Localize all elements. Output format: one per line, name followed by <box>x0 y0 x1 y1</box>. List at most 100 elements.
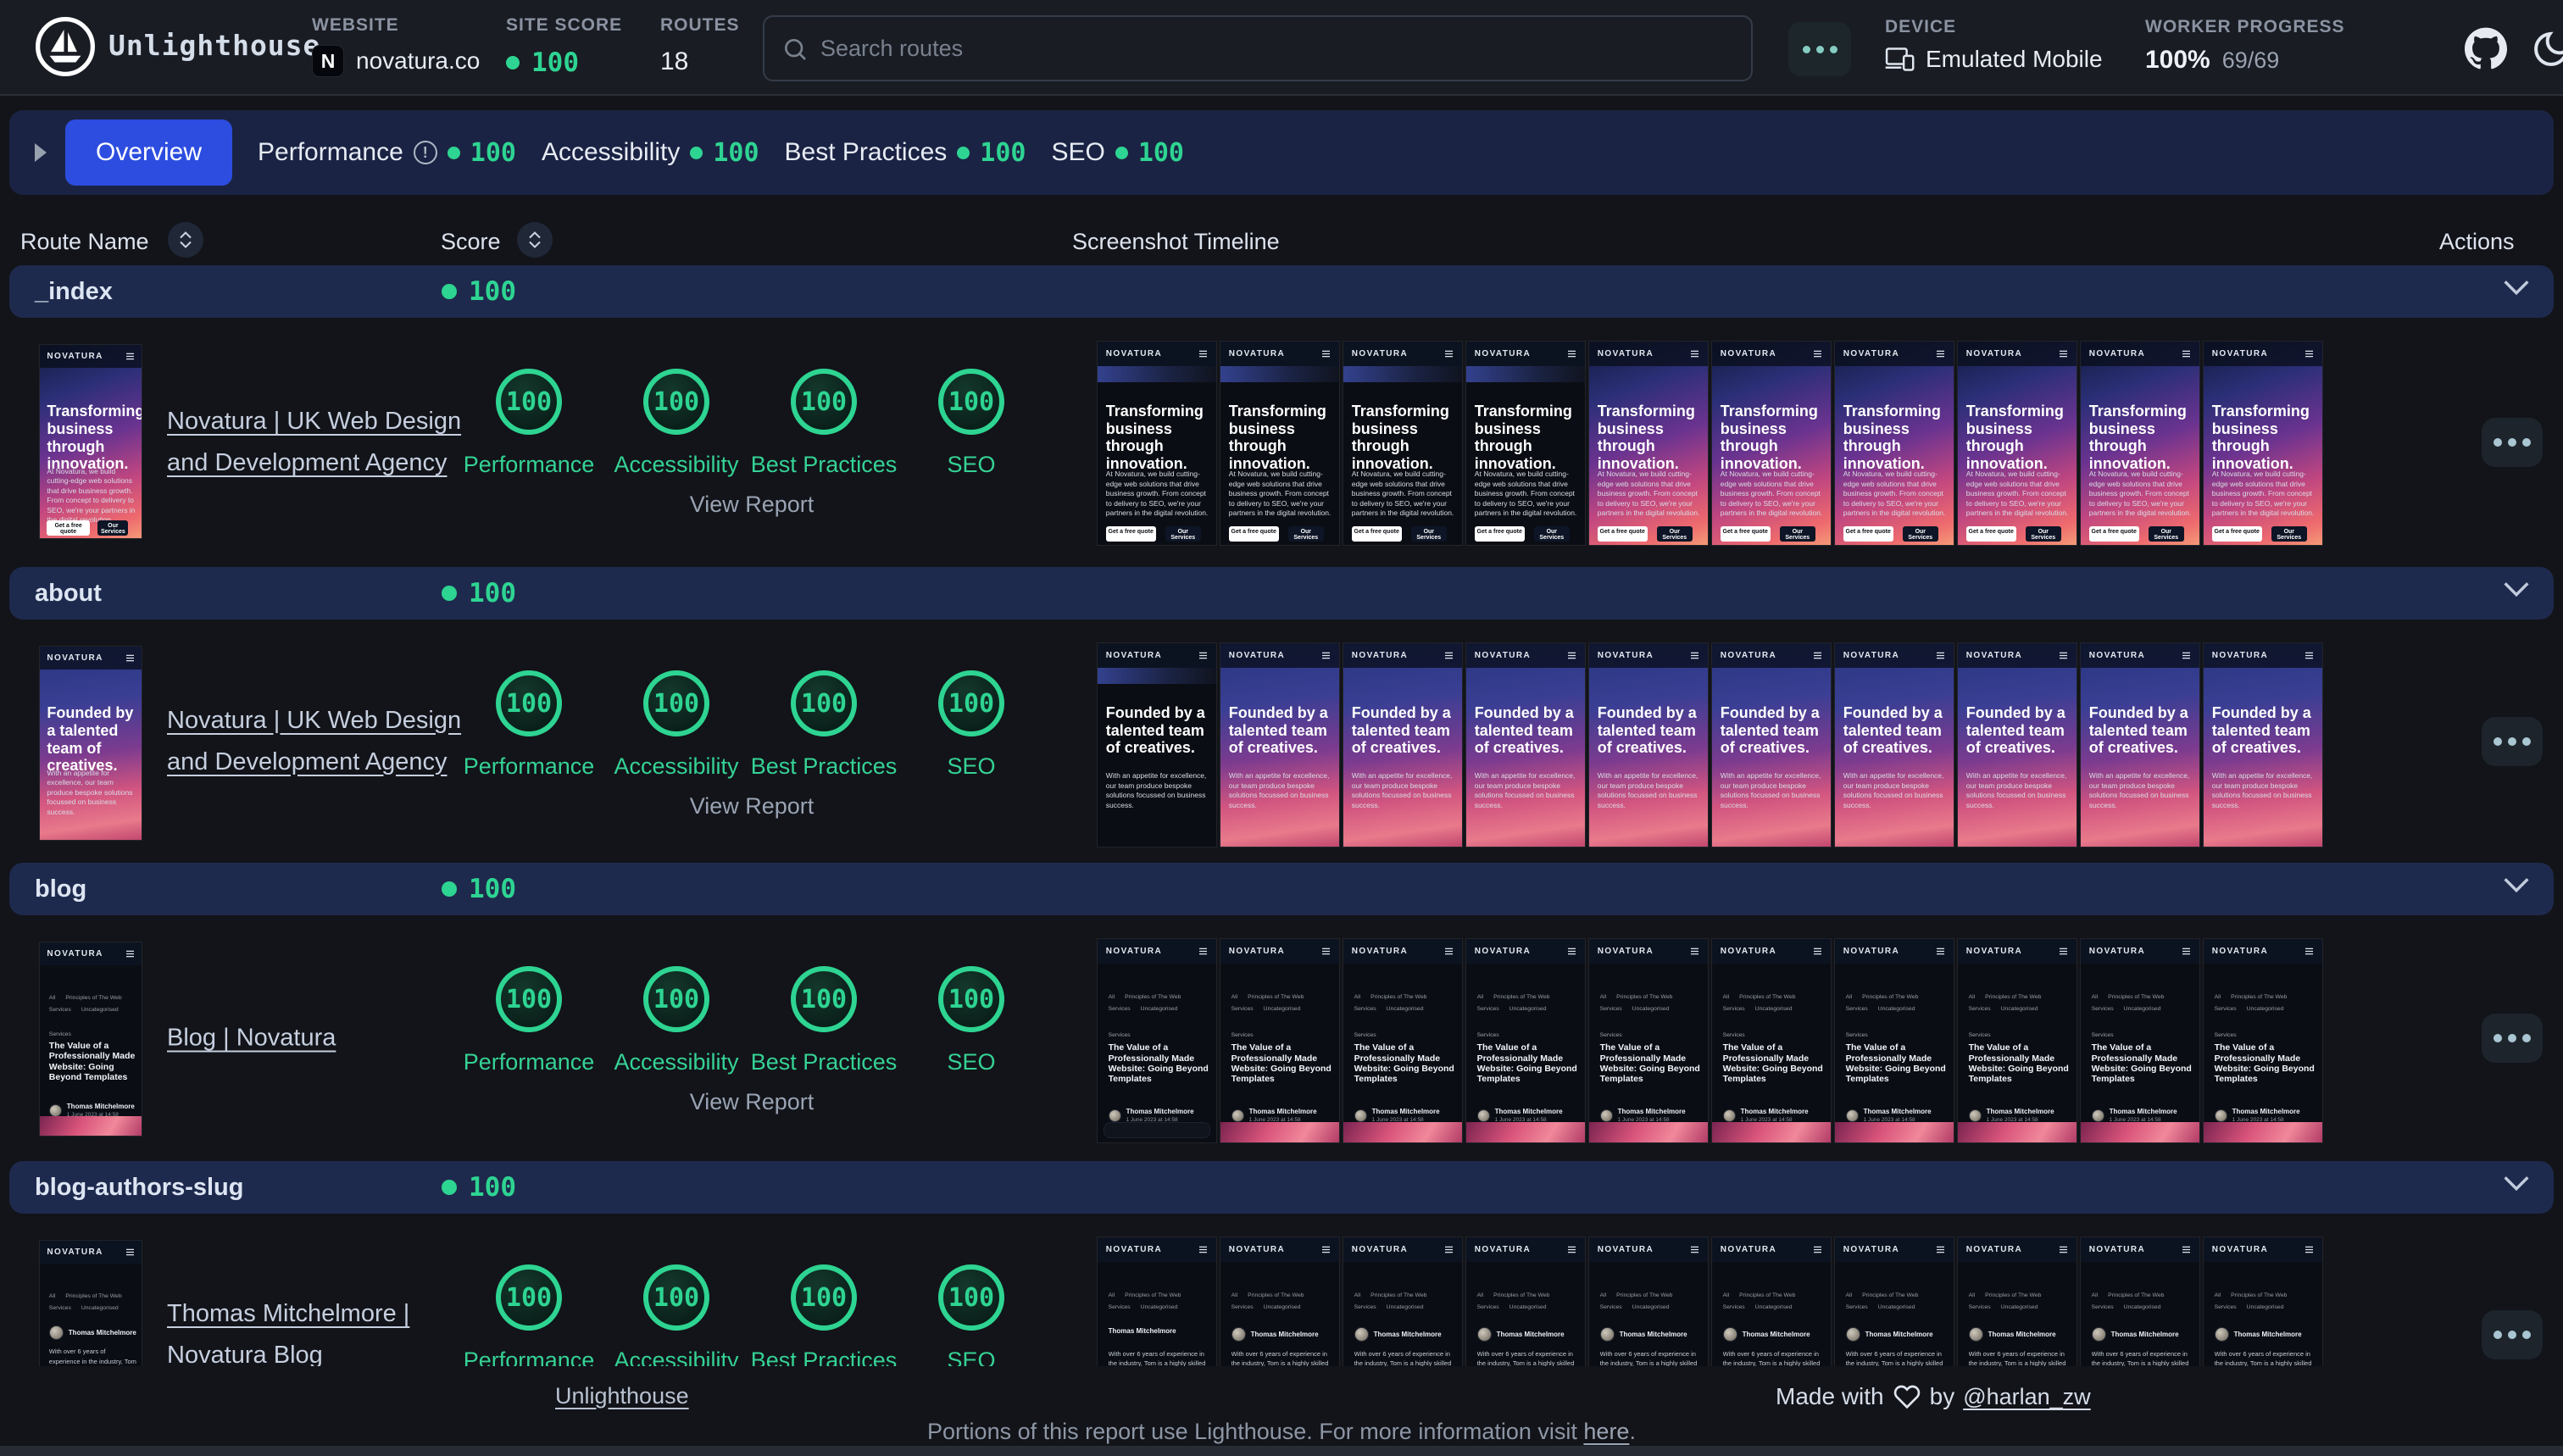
here-link[interactable]: here <box>1583 1419 1629 1444</box>
thumbnail-heading: Founded by a talented team of creatives. <box>1474 704 1574 757</box>
thumbnail-site-header: NOVATURA <box>1589 1237 1708 1262</box>
timeline-thumbnail: NOVATURA Founded by a talented team of cr… <box>1343 643 1462 847</box>
hamburger-menu-icon <box>2305 652 2314 659</box>
thumbnail-brand: NOVATURA <box>1105 1244 1163 1254</box>
route-actions-button[interactable] <box>2482 1310 2543 1359</box>
thumbnail-nav: All Principles of The Web Services Uncatego… <box>2092 994 2195 1012</box>
route-score-value: 100 <box>469 874 516 904</box>
nav-item: Uncategorised <box>1877 1303 1915 1310</box>
timeline-thumbnail: NOVATURA Founded by a talented team of cr… <box>1466 643 1585 847</box>
thumbnail-post-title: The Value of a Professionally Made Websi… <box>1599 1042 1700 1084</box>
thumbnail-author-row: Thomas Mitchelmore 1 June 2023 at 14:58 <box>2091 1108 2177 1123</box>
hamburger-menu-icon <box>1568 350 1576 358</box>
author-name: Thomas Mitchelmore <box>1986 1108 2054 1116</box>
thumbnail-nav-row: All Principles of The Web <box>49 995 137 1001</box>
chevron-down-icon[interactable] <box>2503 279 2530 300</box>
thumbnail-heading: Founded by a talented team of creatives. <box>47 704 134 775</box>
search-container <box>763 15 1753 81</box>
author-link[interactable]: @harlan_zw <box>1963 1384 2090 1410</box>
route-detail-blog: NOVATURA All Principles of The Web Services… <box>0 915 2563 1161</box>
chevron-down-icon[interactable] <box>2503 1175 2530 1196</box>
thumbnail-nav-row: Services Uncategorised <box>1600 1006 1704 1012</box>
thumbnail-brand: NOVATURA <box>1720 1244 1777 1254</box>
thumbnail-site-header: NOVATURA <box>1343 643 1462 668</box>
tab-overview[interactable]: Overview <box>65 119 233 186</box>
thumbnail-nav-row: All Principles of The Web <box>1354 994 1458 1000</box>
sort-score-button[interactable] <box>517 222 553 258</box>
route-row-about[interactable]: about 100 <box>9 567 2554 620</box>
thumbnail-brand: NOVATURA <box>1351 946 1409 956</box>
tab-bar: Overview Performance! 100 Accessibility 100 B… <box>9 110 2554 195</box>
thumbnail-nav-row: Services Uncategorised <box>1969 1304 2072 1310</box>
timeline-thumbnail: NOVATURA Transforming business through in… <box>1835 342 1954 545</box>
hamburger-menu-icon <box>1199 1246 1208 1253</box>
metric-accessibility: 100 Accessibility <box>603 670 750 780</box>
route-actions-button[interactable] <box>2482 1014 2543 1063</box>
nav-item: Uncategorised <box>1140 1005 1178 1012</box>
dot <box>2508 1034 2516 1042</box>
author-name: Thomas Mitchelmore <box>2232 1108 2300 1116</box>
nav-item: Principles of The Web <box>1616 993 1673 1000</box>
thumbnail-brand: NOVATURA <box>2211 348 2269 358</box>
thumbnail-post-title: The Value of a Professionally Made Websi… <box>1845 1042 1946 1084</box>
route-row-blog-authors-slug[interactable]: blog-authors-slug 100 <box>9 1161 2554 1214</box>
hamburger-menu-icon <box>1199 350 1208 358</box>
thumbnail-site-header: NOVATURA <box>1835 939 1954 964</box>
thumbnail-brand: NOVATURA <box>1720 650 1777 660</box>
nav-item: Services <box>2091 1303 2114 1310</box>
author-name: Thomas Mitchelmore <box>1988 1330 2056 1338</box>
site-score-dot <box>506 56 520 69</box>
route-row-_index[interactable]: _index 100 <box>9 265 2554 318</box>
nav-item: All <box>1231 993 1238 1000</box>
score-dot <box>442 1180 457 1195</box>
thumbnail-brand: NOVATURA <box>1351 1244 1409 1254</box>
thumbnail-heading: Transforming business through innovation… <box>1720 403 1818 473</box>
view-report-link[interactable]: View Report <box>455 1089 1048 1115</box>
made-with-credit: Made with by @harlan_zw <box>1776 1383 2091 1410</box>
thumbnail-nav-row: All Principles of The Web <box>49 1293 137 1299</box>
metric-label: Best Practices <box>750 452 898 477</box>
tab-accessibility[interactable]: Accessibility 100 <box>542 138 759 168</box>
thumbnail-author-row: Thomas Mitchelmore <box>1845 1326 1933 1342</box>
route-score: 100 <box>442 874 516 904</box>
sort-down-icon <box>529 241 541 248</box>
thumbnail-nav: All Principles of The Web Services Uncatego… <box>1600 1292 1704 1310</box>
thumbnail-brand: NOVATURA <box>47 653 103 664</box>
horizontal-scrollbar[interactable] <box>0 1446 2563 1456</box>
tab-seo[interactable]: SEO 100 <box>1051 138 1184 168</box>
header-more-button[interactable] <box>1788 22 1851 76</box>
nav-item: All <box>2091 1292 2099 1298</box>
sort-route-name-button[interactable] <box>168 222 203 258</box>
thumbnail-author-row: Thomas Mitchelmore 1 June 2023 at 14:58 <box>2214 1108 2300 1123</box>
hamburger-menu-icon <box>1937 948 1945 955</box>
thumbnail-brand: NOVATURA <box>1474 1244 1532 1254</box>
view-report-link[interactable]: View Report <box>455 492 1048 518</box>
nav-item: Principles of The Web <box>1248 1292 1304 1298</box>
github-icon[interactable] <box>2465 27 2507 69</box>
tab-performance[interactable]: Performance! 100 <box>258 138 516 168</box>
expand-caret-icon[interactable] <box>35 143 47 162</box>
thumbnail-paragraph: At Novatura, we build cutting-edge web s… <box>1474 470 1577 518</box>
dark-mode-moon-icon[interactable] <box>2531 29 2563 69</box>
thumbnail-brand: NOVATURA <box>2088 650 2146 660</box>
chevron-down-icon[interactable] <box>2503 876 2530 897</box>
thumbnail-paragraph: With an appetite for excellence, our tea… <box>1105 771 1207 809</box>
search-input[interactable] <box>764 17 1751 80</box>
view-report-link[interactable]: View Report <box>455 793 1048 820</box>
author-text: Thomas Mitchelmore <box>2234 1331 2302 1338</box>
hamburger-menu-icon <box>1445 652 1454 659</box>
hamburger-menu-icon <box>1199 652 1208 659</box>
route-actions-button[interactable] <box>2482 716 2543 766</box>
info-icon: ! <box>413 141 437 164</box>
route-actions-button[interactable] <box>2482 418 2543 467</box>
unlighthouse-footer-link[interactable]: Unlighthouse <box>555 1383 689 1409</box>
nav-item: Principles of The Web <box>1985 1292 2042 1298</box>
nav-item: Principles of The Web <box>65 994 122 1001</box>
chevron-down-icon[interactable] <box>2503 581 2530 602</box>
tab-label: Accessibility <box>541 138 681 166</box>
tab-best-practices[interactable]: Best Practices 100 <box>785 138 1026 168</box>
hamburger-menu-icon <box>1322 948 1331 955</box>
thumbnail-site-header: NOVATURA <box>1835 643 1954 668</box>
route-row-blog[interactable]: blog 100 <box>9 863 2554 915</box>
thumbnail-nav-row: All Principles of The Web <box>1477 994 1581 1000</box>
